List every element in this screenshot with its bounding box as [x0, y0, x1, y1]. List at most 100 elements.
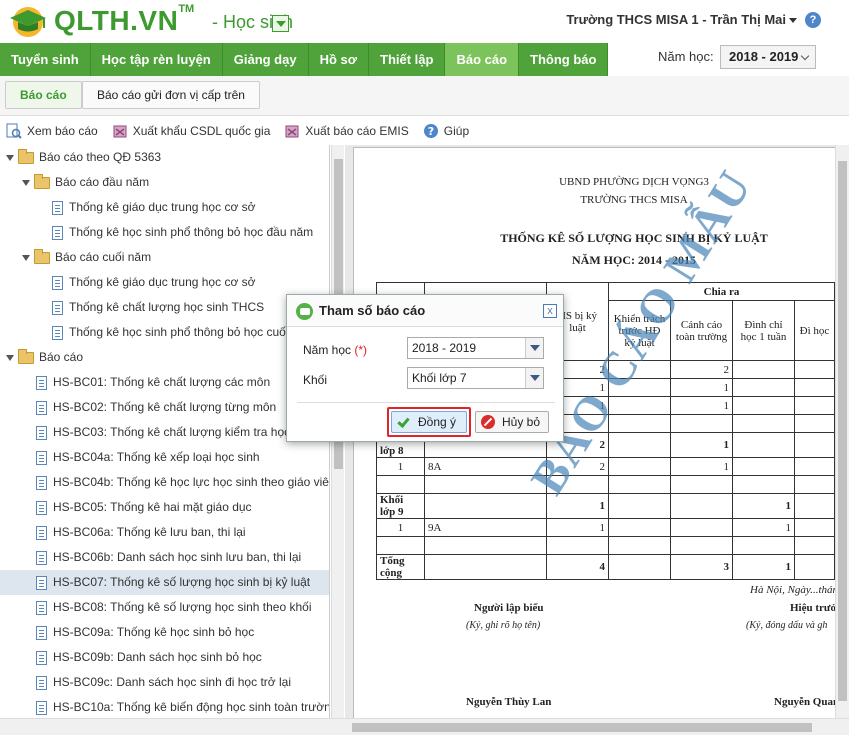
help-icon: ?: [423, 124, 438, 138]
tree-item[interactable]: HS-BC02: Thống kê chất lượng từng môn: [0, 395, 276, 420]
table-cell: [670, 493, 733, 519]
export-icon: [285, 125, 299, 138]
expand-arrow-icon[interactable]: [22, 179, 30, 186]
tree-item-label: HS-BC08: Thống kê số lượng học sinh theo…: [53, 600, 312, 614]
table-cell: [732, 475, 795, 494]
app-header: QLTH.VN TM - Học sinh Trường THCS MISA 1…: [0, 0, 849, 42]
preparer-name: Nguyễn Thùy Lan: [466, 696, 552, 708]
svg-text:?: ?: [428, 125, 434, 138]
nav-item[interactable]: Thiết lập: [369, 43, 446, 76]
tree-item[interactable]: Thống kê giáo dục trung học cơ sở: [0, 195, 256, 220]
table-cell: [794, 493, 835, 519]
tree-item[interactable]: HS-BC05: Thống kê hai mặt giáo dục: [0, 495, 252, 520]
report-toolbar: Xem báo cáo Xuất khẩu CSDL quốc gia Xuất…: [0, 117, 849, 145]
table-cell: [424, 493, 547, 519]
expand-arrow-icon[interactable]: [6, 354, 14, 361]
export-icon: [113, 125, 127, 138]
tree-item[interactable]: HS-BC03: Thống kê chất lượng kiểm tra họ…: [0, 420, 290, 445]
user-menu[interactable]: Trường THCS MISA 1 - Trần Thị Mai: [566, 12, 797, 27]
table-cell: [794, 414, 835, 433]
tree-item-label: Thống kê học sinh phổ thông bỏ học cuối: [69, 325, 289, 339]
tab-report[interactable]: Báo cáo: [5, 81, 82, 109]
table-cell: [670, 475, 733, 494]
tree-item[interactable]: HS-BC04a: Thống kê xếp loại học sinh: [0, 445, 260, 470]
table-cell: [376, 475, 425, 494]
tree-item[interactable]: HS-BC01: Thống kê chất lượng các môn: [0, 370, 270, 395]
grade-select[interactable]: Khối lớp 7: [407, 367, 544, 389]
place-date: Hà Nội, Ngày...thán: [750, 584, 839, 596]
table-row: 1 9A 1 1: [376, 518, 835, 537]
tree-item[interactable]: HS-BC04b: Thống kê học lực học sinh theo…: [0, 470, 329, 495]
document-icon: [52, 325, 63, 340]
tab-report-upper-unit[interactable]: Báo cáo gửi đơn vị cấp trên: [82, 81, 260, 109]
tree-item[interactable]: Báo cáo cuối năm: [0, 245, 151, 270]
help-button[interactable]: ? Giúp: [423, 123, 469, 139]
view-report-button[interactable]: Xem báo cáo: [6, 123, 98, 139]
table-cell: [794, 457, 835, 476]
tree-item[interactable]: Thống kê học sinh phổ thông bỏ học đầu n…: [0, 220, 313, 245]
export-csdl-button[interactable]: Xuất khẩu CSDL quốc gia: [112, 123, 271, 139]
nav-item[interactable]: Thông báo: [519, 43, 609, 76]
tree-item[interactable]: Thống kê học sinh phổ thông bỏ học cuối: [0, 320, 289, 345]
tree-item-label: HS-BC09c: Danh sách học sinh đi học trở …: [53, 675, 291, 689]
tree-item[interactable]: HS-BC06b: Danh sách học sinh lưu ban, th…: [0, 545, 301, 570]
cancel-button[interactable]: Hủy bỏ: [475, 411, 549, 433]
tree-item[interactable]: HS-BC09b: Danh sách học sinh bỏ học: [0, 645, 262, 670]
nav-item[interactable]: Giảng dạy: [222, 43, 309, 76]
preview-vertical-scrollbar[interactable]: [835, 145, 849, 718]
document-icon: [36, 700, 47, 715]
tree-item-label: HS-BC06a: Thống kê lưu ban, thi lại: [53, 525, 246, 539]
tree-item-label: HS-BC10a: Thống kê biến động học sinh to…: [53, 700, 330, 714]
year-select[interactable]: 2018 - 2019: [407, 337, 544, 359]
tree-item[interactable]: Thống kê chất lượng học sinh THCS: [0, 295, 264, 320]
tree-item[interactable]: HS-BC10a: Thống kê biến động học sinh to…: [0, 695, 330, 720]
table-cell: [376, 536, 425, 555]
nav-item[interactable]: Hồ sơ: [308, 43, 370, 76]
nav-item[interactable]: Tuyển sinh: [0, 43, 91, 76]
nav-item[interactable]: Học tập rèn luyện: [90, 43, 223, 76]
table-cell: 1: [670, 396, 733, 415]
tree-item[interactable]: Báo cáo theo QĐ 5363: [0, 145, 161, 170]
folder-icon: [18, 348, 34, 364]
ok-label: Đồng ý: [418, 415, 457, 429]
nav-item[interactable]: Báo cáo: [445, 43, 520, 76]
expand-arrow-icon[interactable]: [6, 154, 14, 161]
table-cell: [794, 432, 835, 458]
dropdown-arrow-icon[interactable]: [525, 368, 543, 388]
table-cell: [546, 536, 609, 555]
tree-item[interactable]: HS-BC07: Thống kê số lượng học sinh bị k…: [0, 570, 329, 595]
dropdown-arrow-icon[interactable]: [525, 338, 543, 358]
school-year-select[interactable]: 2018 - 2019: [720, 45, 816, 69]
cancel-icon: [481, 415, 495, 429]
export-emis-button[interactable]: Xuất báo cáo EMIS: [284, 123, 409, 139]
horizontal-scrollbar[interactable]: [0, 718, 849, 735]
tree-item[interactable]: HS-BC06a: Thống kê lưu ban, thi lại: [0, 520, 246, 545]
table-cell: [794, 378, 835, 397]
document-icon: [36, 375, 47, 390]
tree-item[interactable]: Báo cáo: [0, 345, 83, 370]
role-dropdown-icon[interactable]: [272, 15, 289, 32]
tree-item[interactable]: Báo cáo đầu năm: [0, 170, 149, 195]
tree-item[interactable]: HS-BC09c: Danh sách học sinh đi học trở …: [0, 670, 291, 695]
scrollbar-thumb[interactable]: [352, 723, 812, 732]
table-cell: 9A: [424, 518, 547, 537]
scrollbar-thumb[interactable]: [838, 161, 847, 701]
table-cell: [424, 554, 547, 580]
logo[interactable]: QLTH.VN TM: [6, 3, 194, 38]
table-row: [376, 536, 835, 555]
tree-item[interactable]: Thống kê giáo dục trung học cơ sở: [0, 270, 256, 295]
table-cell: 1: [670, 378, 733, 397]
export-csdl-label: Xuất khẩu CSDL quốc gia: [132, 124, 271, 138]
org-line-2: TRƯỜNG THCS MISA: [580, 194, 688, 206]
report-tree: Báo cáo theo QĐ 5363 Báo cáo đầu năm Thống…: [0, 145, 330, 720]
document-icon: [36, 475, 47, 490]
expand-arrow-icon[interactable]: [22, 254, 30, 261]
close-icon[interactable]: x: [543, 304, 557, 318]
tree-item-label: HS-BC07: Thống kê số lượng học sinh bị k…: [53, 575, 311, 589]
help-icon[interactable]: ?: [805, 12, 821, 28]
table-row: Khối lớp 911: [376, 493, 835, 519]
tree-item[interactable]: HS-BC08: Thống kê số lượng học sinh theo…: [0, 595, 312, 620]
ok-button[interactable]: Đồng ý: [391, 411, 467, 433]
tree-item[interactable]: HS-BC09a: Thống kê học sinh bỏ học: [0, 620, 254, 645]
table-cell: 1: [376, 518, 425, 537]
